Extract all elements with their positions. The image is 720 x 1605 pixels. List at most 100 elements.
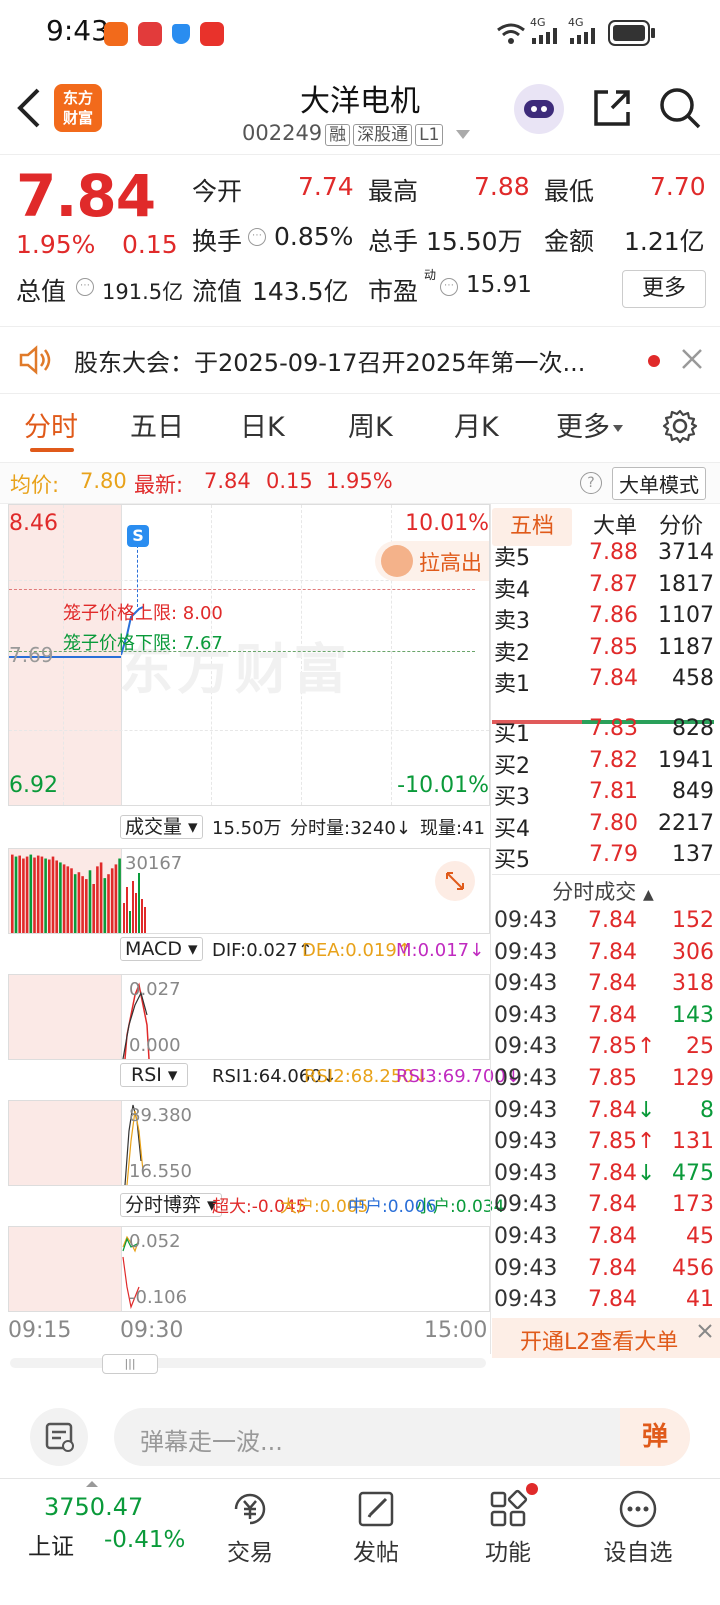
- volume-bar: [73, 874, 77, 933]
- macd-dif: DIF:0.027↑: [212, 940, 313, 961]
- open-label: 今开: [192, 177, 243, 206]
- volume-total: 15.50万: [212, 818, 282, 839]
- more-button[interactable]: 更多: [622, 270, 706, 308]
- close-icon[interactable]: [680, 347, 704, 371]
- ask-label: 卖2: [494, 640, 530, 666]
- nav-trade[interactable]: 交易: [200, 1479, 300, 1567]
- search-icon[interactable]: [658, 86, 702, 130]
- tick-row: 09:43 7.84 152: [492, 908, 714, 940]
- info-icon[interactable]: ⋯: [440, 278, 458, 296]
- tick-price: 7.84: [588, 971, 637, 997]
- tick-volume: 152: [672, 908, 714, 933]
- volume-selector[interactable]: 成交量 ▾: [120, 812, 203, 839]
- game-chart[interactable]: 0.052 -0.106: [8, 1226, 490, 1312]
- bid-label: 买2: [494, 753, 530, 779]
- bid-price: 7.80: [589, 810, 638, 836]
- volume-bar: [51, 856, 55, 933]
- tab-five-day[interactable]: 五日: [130, 405, 184, 444]
- macd-m: M:0.017↓: [396, 940, 485, 961]
- nav-add-watchlist[interactable]: 设自选: [588, 1479, 688, 1567]
- price-chart[interactable]: 东方财富 S 8.46 10.01% 6.92 -10.01% 7.69 笼子价…: [8, 504, 490, 806]
- info-icon[interactable]: ⋯: [248, 228, 266, 246]
- volume-bar: [85, 879, 88, 933]
- bid-row[interactable]: 买3 7.81 849: [492, 779, 714, 811]
- pct-low-label: -10.01%: [397, 773, 489, 798]
- ask-row[interactable]: 卖1 7.84 458: [492, 666, 714, 698]
- ask-row[interactable]: 卖2 7.85 1187: [492, 635, 714, 667]
- info-icon[interactable]: ⋯: [76, 278, 94, 296]
- volume-bar: [22, 858, 25, 933]
- signal-badge[interactable]: S: [127, 525, 149, 547]
- bid-price: 7.81: [589, 779, 638, 804]
- danmu-settings-icon[interactable]: [30, 1408, 88, 1466]
- tab-active-indicator: [30, 448, 74, 452]
- nav-functions[interactable]: 功能: [458, 1479, 558, 1567]
- l2-banner[interactable]: 开通L2查看大单: [492, 1318, 720, 1358]
- chart-scrollbar[interactable]: |||: [10, 1354, 486, 1374]
- tick-volume: 8: [700, 1097, 714, 1123]
- expand-icon[interactable]: [435, 861, 475, 901]
- assistant-robot-icon[interactable]: [514, 84, 564, 134]
- tick-time: 09:43: [494, 1160, 558, 1186]
- macd-chart[interactable]: 0.027 0.000: [8, 974, 490, 1060]
- game-selector[interactable]: 分时博弈 ▾: [120, 1190, 222, 1217]
- tick-price: 7.84: [588, 1192, 637, 1218]
- gear-icon[interactable]: [662, 408, 698, 444]
- rsi-selector[interactable]: RSI ▾: [120, 1063, 189, 1087]
- latest-value: 7.84: [204, 469, 251, 493]
- volume-bar: [110, 868, 114, 933]
- time-end: 15:00: [424, 1318, 488, 1343]
- volume-now: 现量:41: [420, 818, 485, 839]
- rsi-chart[interactable]: 89.380 16.550: [8, 1100, 490, 1186]
- cage-upper-label: 笼子价格上限: 8.00: [63, 603, 223, 624]
- tick-volume: 131: [672, 1129, 714, 1155]
- index-widget[interactable]: 3750.47 上证 -0.41%: [0, 1479, 185, 1605]
- tick-time: 09:43: [494, 1002, 558, 1028]
- ask-price: 7.87: [589, 571, 638, 597]
- volume-bar: [118, 858, 121, 933]
- bid-row[interactable]: 买1 7.83 828: [492, 716, 714, 748]
- macd-bottom-label: 0.000: [129, 1035, 181, 1056]
- volume-bar: [40, 856, 44, 933]
- tab-more[interactable]: 更多: [556, 405, 623, 444]
- bid-row[interactable]: 买4 7.80 2217: [492, 811, 714, 843]
- signal-icon: [568, 28, 602, 44]
- current-price: 7.84: [16, 162, 156, 230]
- ticks-header[interactable]: 分时成交 ▲: [492, 876, 714, 910]
- tab-intraday[interactable]: 分时: [24, 405, 78, 444]
- tab-weekly-k[interactable]: 周K: [348, 405, 393, 444]
- tick-volume: 143: [672, 1002, 714, 1028]
- promo-banner[interactable]: 拉高出: [375, 541, 489, 581]
- ask-row[interactable]: 卖3 7.86 1107: [492, 603, 714, 635]
- volume-bar: [96, 866, 99, 933]
- tick-price: 7.85: [588, 1066, 637, 1091]
- bid-row[interactable]: 买5 7.79 137: [492, 842, 714, 874]
- ask-price: 7.86: [589, 603, 638, 628]
- ask-row[interactable]: 卖4 7.87 1817: [492, 572, 714, 604]
- macd-top-label: 0.027: [129, 979, 181, 1000]
- ask-row[interactable]: 卖5 7.88 3714: [492, 540, 714, 572]
- close-icon[interactable]: [696, 1322, 714, 1340]
- nav-post[interactable]: 发帖: [326, 1479, 426, 1567]
- volume-chart[interactable]: 30167: [8, 848, 490, 934]
- tick-row: 09:43 7.84 45: [492, 1224, 714, 1256]
- big-order-mode-button[interactable]: 大单模式: [612, 467, 706, 500]
- macd-selector[interactable]: MACD ▾: [120, 937, 203, 961]
- turnover-label: 换手: [192, 227, 243, 256]
- app-notification-icon: [200, 22, 224, 46]
- tab-monthly-k[interactable]: 月K: [454, 405, 499, 444]
- scrollbar-handle[interactable]: |||: [102, 1354, 158, 1374]
- tab-daily-k[interactable]: 日K: [240, 405, 285, 444]
- battery-icon: [608, 20, 656, 46]
- bid-row[interactable]: 买2 7.82 1941: [492, 748, 714, 780]
- share-icon[interactable]: [590, 86, 634, 130]
- stock-code-line[interactable]: 002249 融深股通 L1: [242, 120, 471, 146]
- notice-bar[interactable]: 股东大会：于2025-09-17召开2025年第一次...: [0, 326, 720, 394]
- help-icon[interactable]: ?: [580, 472, 602, 494]
- danmu-send-button[interactable]: 弹: [620, 1408, 690, 1466]
- danmu-input[interactable]: 弹幕走一波... 弹: [114, 1408, 690, 1466]
- l2-banner-text: 开通L2查看大单: [520, 1330, 679, 1355]
- chevron-down-icon: [456, 129, 471, 139]
- bid-volume: 828: [672, 716, 714, 741]
- tick-price: 7.84: [588, 908, 637, 933]
